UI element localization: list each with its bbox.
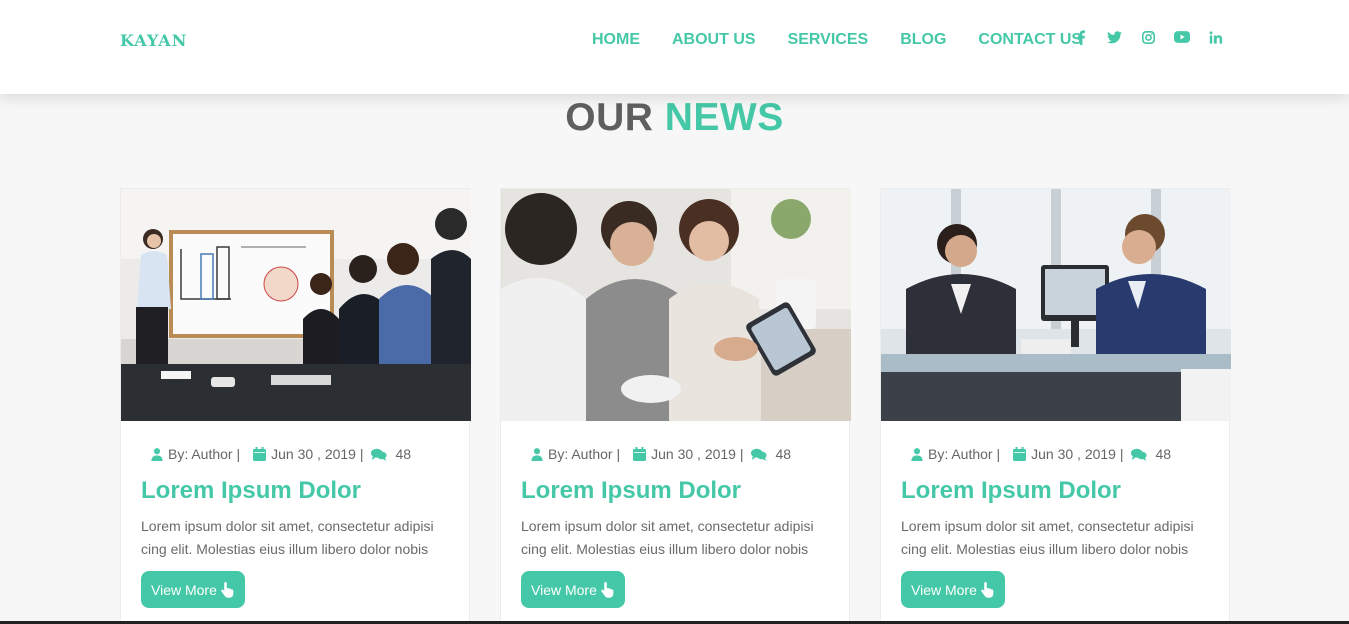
news-meta: By: Author | Jun 30 , 2019 | 48 <box>911 446 1171 462</box>
main-nav: HOME ABOUT US SERVICES BLOG CONTACT US <box>592 31 1082 49</box>
calendar-icon <box>633 447 647 461</box>
hand-pointer-icon <box>981 581 995 598</box>
news-card-excerpt: Lorem ipsum dolor sit amet, consectetur … <box>141 518 434 557</box>
date-text: Jun 30 , 2019 | <box>651 446 744 462</box>
news-card-title[interactable]: Lorem Ipsum Dolor <box>141 477 361 505</box>
news-card-image[interactable] <box>121 189 471 421</box>
facebook-icon[interactable] <box>1072 28 1090 46</box>
view-more-label: View More <box>531 581 597 598</box>
section-title-main: OUR <box>565 96 654 139</box>
date-text: Jun 30 , 2019 | <box>271 446 364 462</box>
nav-about-us[interactable]: ABOUT US <box>672 31 756 49</box>
section-title-accent: NEWS <box>664 96 784 139</box>
date-meta: Jun 30 , 2019 | <box>1013 446 1124 462</box>
comments-meta: 48 <box>750 446 792 462</box>
date-meta: Jun 30 , 2019 | <box>253 446 364 462</box>
nav-home[interactable]: HOME <box>592 31 640 49</box>
calendar-icon <box>253 447 267 461</box>
logo[interactable]: KAYAN <box>120 31 187 50</box>
view-more-label: View More <box>151 581 217 598</box>
comments-icon <box>750 448 767 461</box>
user-icon <box>911 447 923 461</box>
comments-icon <box>370 448 387 461</box>
social-links <box>1072 28 1224 46</box>
comments-count: 48 <box>775 446 792 462</box>
news-card: By: Author | Jun 30 , 2019 | 48 Lorem Ip… <box>500 188 851 624</box>
news-meta: By: Author | Jun 30 , 2019 | 48 <box>531 446 791 462</box>
author-text: By: Author | <box>548 446 621 462</box>
comments-count: 48 <box>1155 446 1172 462</box>
news-card: By: Author | Jun 30 , 2019 | 48 Lorem Ip… <box>120 188 471 624</box>
user-icon <box>151 447 163 461</box>
news-card: By: Author | Jun 30 , 2019 | 48 Lorem Ip… <box>880 188 1231 624</box>
news-card-image[interactable] <box>881 189 1231 421</box>
date-meta: Jun 30 , 2019 | <box>633 446 744 462</box>
author-text: By: Author | <box>928 446 1001 462</box>
twitter-icon[interactable] <box>1106 28 1124 46</box>
linkedin-icon[interactable] <box>1206 28 1224 46</box>
author-meta: By: Author | <box>531 446 620 462</box>
user-icon <box>531 447 543 461</box>
nav-contact-us[interactable]: CONTACT US <box>978 31 1082 49</box>
comments-count: 48 <box>395 446 412 462</box>
view-more-label: View More <box>911 581 977 598</box>
calendar-icon <box>1013 447 1027 461</box>
comments-meta: 48 <box>370 446 412 462</box>
nav-blog[interactable]: BLOG <box>900 31 946 49</box>
nav-services[interactable]: SERVICES <box>788 31 869 49</box>
view-more-button[interactable]: View More <box>141 571 245 608</box>
date-text: Jun 30 , 2019 | <box>1031 446 1124 462</box>
author-meta: By: Author | <box>151 446 240 462</box>
author-meta: By: Author | <box>911 446 1000 462</box>
navbar: KAYAN HOME ABOUT US SERVICES BLOG CONTAC… <box>0 0 1349 94</box>
section-title: OUR NEWS <box>0 96 1349 140</box>
view-more-button[interactable]: View More <box>901 571 1005 608</box>
news-card-title[interactable]: Lorem Ipsum Dolor <box>901 477 1121 505</box>
hand-pointer-icon <box>601 581 615 598</box>
comments-meta: 48 <box>1130 446 1172 462</box>
comments-icon <box>1130 448 1147 461</box>
news-card-image[interactable] <box>501 189 851 421</box>
author-text: By: Author | <box>168 446 241 462</box>
news-card-excerpt: Lorem ipsum dolor sit amet, consectetur … <box>521 518 814 557</box>
instagram-icon[interactable] <box>1139 28 1157 46</box>
news-card-title[interactable]: Lorem Ipsum Dolor <box>521 477 741 505</box>
youtube-icon[interactable] <box>1173 28 1191 46</box>
news-meta: By: Author | Jun 30 , 2019 | 48 <box>151 446 411 462</box>
view-more-button[interactable]: View More <box>521 571 625 608</box>
news-card-excerpt: Lorem ipsum dolor sit amet, consectetur … <box>901 518 1194 557</box>
hand-pointer-icon <box>221 581 235 598</box>
